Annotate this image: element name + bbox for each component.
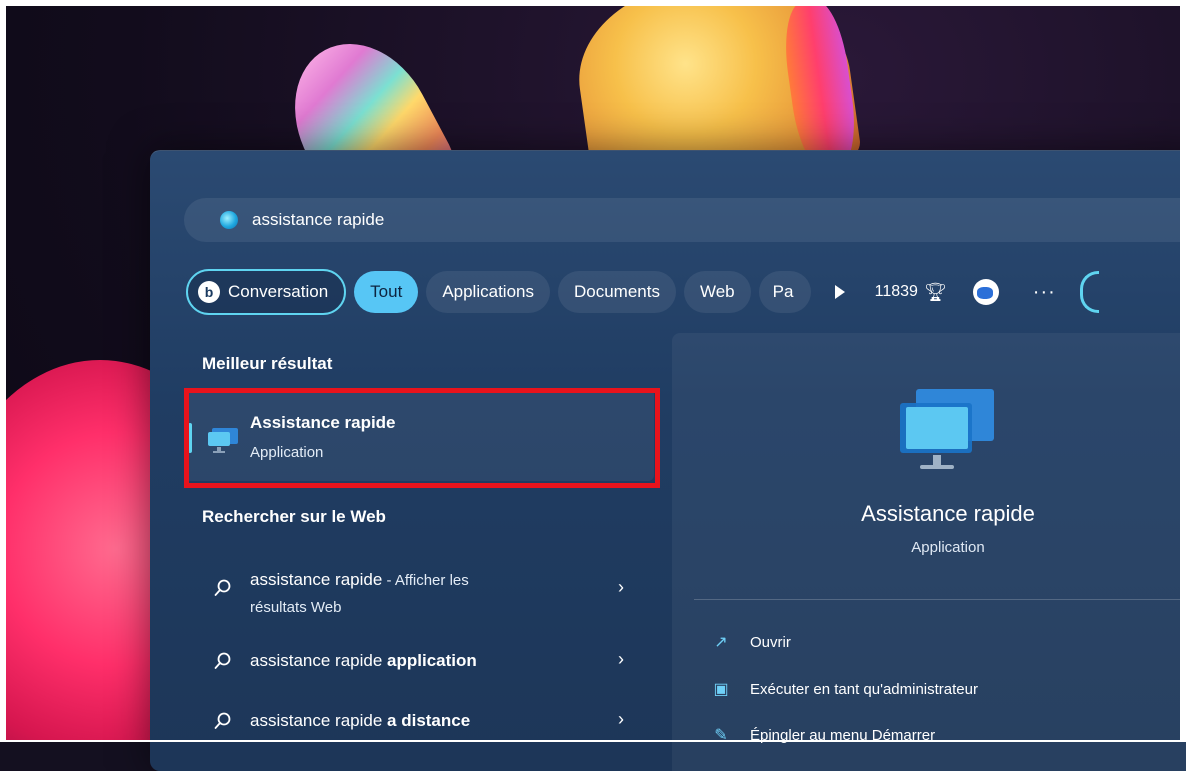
more-options-icon[interactable]: ··· [1033, 281, 1056, 304]
divider [694, 599, 1186, 600]
preview-pane: Assistance rapide Application ↗ Ouvrir ▣… [672, 333, 1186, 771]
filter-conversation[interactable]: b Conversation [186, 269, 347, 315]
chevron-right-icon: › [618, 709, 624, 729]
search-icon [220, 211, 238, 229]
quick-assist-large-icon [900, 389, 994, 469]
pin-icon: ✎ [714, 727, 728, 744]
web-search-heading: Rechercher sur le Web [202, 507, 386, 526]
best-result-heading: Meilleur résultat [202, 354, 333, 373]
web-result-1-text: assistance rapide - Afficher les résulta… [250, 567, 469, 621]
best-result-item[interactable]: Assistance rapide Application [184, 389, 654, 481]
rewards-points-value: 11839 [874, 283, 918, 300]
action-open-label: Ouvrir [750, 633, 791, 651]
bing-chat-icon: b [198, 281, 220, 303]
filter-applications-label: Applications [442, 282, 534, 301]
chevron-right-icon: › [618, 649, 624, 669]
web-result-3-text: assistance rapide a distance [250, 711, 470, 731]
web-result-2-text: assistance rapide application [250, 651, 477, 671]
action-open[interactable]: ↗ Ouvrir [712, 633, 791, 652]
preview-subtitle: Application [911, 539, 985, 556]
copilot-icon[interactable] [1079, 271, 1099, 313]
chevron-right-icon: › [618, 577, 624, 597]
web-result-3-bold: a distance [387, 711, 471, 730]
web-result-1-suffix: - Afficher les [382, 572, 469, 589]
filter-truncated-label: Pa [772, 282, 794, 301]
best-result-title: Assistance rapide [250, 413, 396, 432]
trophy-icon: 🏆︎ [923, 281, 947, 302]
filter-web-label: Web [699, 282, 735, 301]
action-run-as-admin[interactable]: ▣ Exécuter en tant qu'administrateur [712, 680, 978, 699]
filter-tout-label: Tout [370, 282, 403, 301]
search-panel: b Conversation Tout Applications Documen… [150, 150, 1186, 771]
filter-bar: b Conversation Tout Applications Documen… [186, 266, 1099, 318]
preview-title: Assistance rapide [861, 501, 1035, 526]
quick-assist-icon [208, 428, 238, 453]
web-result-1-query: assistance rapide [250, 570, 383, 589]
action-pin-start-label: Épingler au menu Démarrer [750, 726, 936, 744]
profile-icon[interactable] [972, 279, 999, 305]
web-result-3[interactable]: assistance rapide a distance › [184, 699, 654, 743]
web-result-1-line2: résultats Web [250, 599, 342, 616]
web-result-2-bold: application [387, 651, 477, 670]
search-icon [214, 652, 231, 669]
filter-web[interactable]: Web [683, 271, 751, 313]
more-filters-play-icon[interactable] [834, 285, 845, 299]
action-pin-start[interactable]: ✎ Épingler au menu Démarrer [712, 726, 936, 745]
search-icon [214, 712, 231, 729]
filter-tout[interactable]: Tout [354, 271, 419, 313]
action-run-as-admin-label: Exécuter en tant qu'administrateur [750, 680, 978, 698]
filter-applications[interactable]: Applications [426, 271, 550, 313]
web-result-3-query: assistance rapide [250, 711, 388, 730]
web-result-1[interactable]: assistance rapide - Afficher les résulta… [184, 559, 654, 616]
open-external-icon: ↗ [714, 634, 728, 651]
filter-truncated[interactable]: Pa [758, 271, 811, 313]
filter-documents[interactable]: Documents [557, 271, 676, 313]
web-result-2[interactable]: assistance rapide application › [184, 639, 654, 683]
search-icon [214, 579, 231, 596]
run-as-admin-icon: ▣ [713, 681, 729, 698]
search-input[interactable] [250, 209, 854, 231]
search-box[interactable] [184, 198, 1186, 242]
filter-documents-label: Documents [573, 282, 660, 301]
web-result-2-query: assistance rapide [250, 651, 388, 670]
rewards-points[interactable]: 11839 🏆︎ [875, 282, 947, 303]
best-result-subtitle: Application [250, 444, 324, 461]
selection-indicator [188, 423, 192, 453]
filter-conversation-label: Conversation [228, 282, 329, 301]
